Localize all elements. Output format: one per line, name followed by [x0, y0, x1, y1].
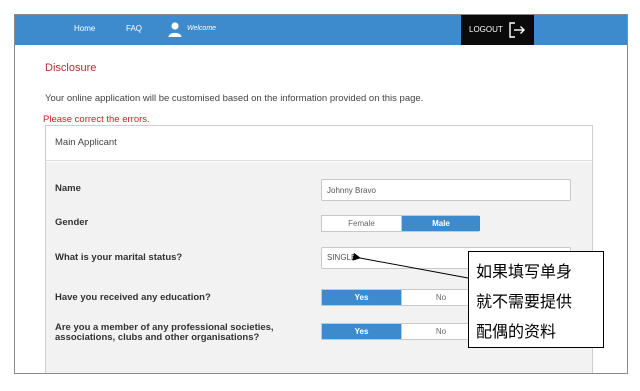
logout-icon [509, 22, 525, 38]
gender-label: Gender [55, 217, 89, 228]
user-icon [168, 22, 182, 37]
nav-faq-link[interactable]: FAQ [126, 24, 142, 33]
error-message: Please correct the errors. [43, 114, 150, 125]
welcome-text: Welcome [187, 25, 217, 32]
membership-label-line2: associations, clubs and other organisati… [55, 332, 260, 343]
name-field[interactable] [321, 179, 571, 201]
gender-male-option[interactable]: Male [401, 216, 480, 231]
membership-toggle: Yes No [321, 323, 479, 340]
marital-status-label: What is your marital status? [55, 252, 183, 263]
panel-header: Main Applicant [46, 126, 592, 161]
panel-title: Main Applicant [55, 137, 117, 148]
annotation-line-3: 配偶的资料 [476, 324, 557, 341]
logout-button[interactable]: LOGOUT [461, 15, 534, 45]
annotation-line-2: 就不需要提供 [476, 294, 573, 311]
annotation-line-1: 如果填写单身 [476, 264, 573, 281]
gender-toggle: Female Male [321, 215, 480, 232]
membership-yes-option[interactable]: Yes [322, 324, 401, 339]
page-title: Disclosure [45, 62, 97, 74]
education-toggle: Yes No [321, 289, 479, 306]
nav-home-link[interactable]: Home [74, 24, 95, 33]
marital-status-value: SINGLE [327, 253, 357, 262]
logout-label: LOGOUT [469, 25, 503, 34]
annotation-callout: 如果填写单身 就不需要提供 配偶的资料 [468, 251, 604, 348]
gender-female-option[interactable]: Female [322, 216, 401, 231]
education-label: Have you received any education? [55, 292, 211, 303]
top-navigation-bar: Home FAQ Welcome LOGOUT [15, 15, 627, 45]
intro-text: Your online application will be customis… [45, 93, 424, 104]
education-yes-option[interactable]: Yes [322, 290, 401, 305]
name-label: Name [55, 183, 81, 194]
